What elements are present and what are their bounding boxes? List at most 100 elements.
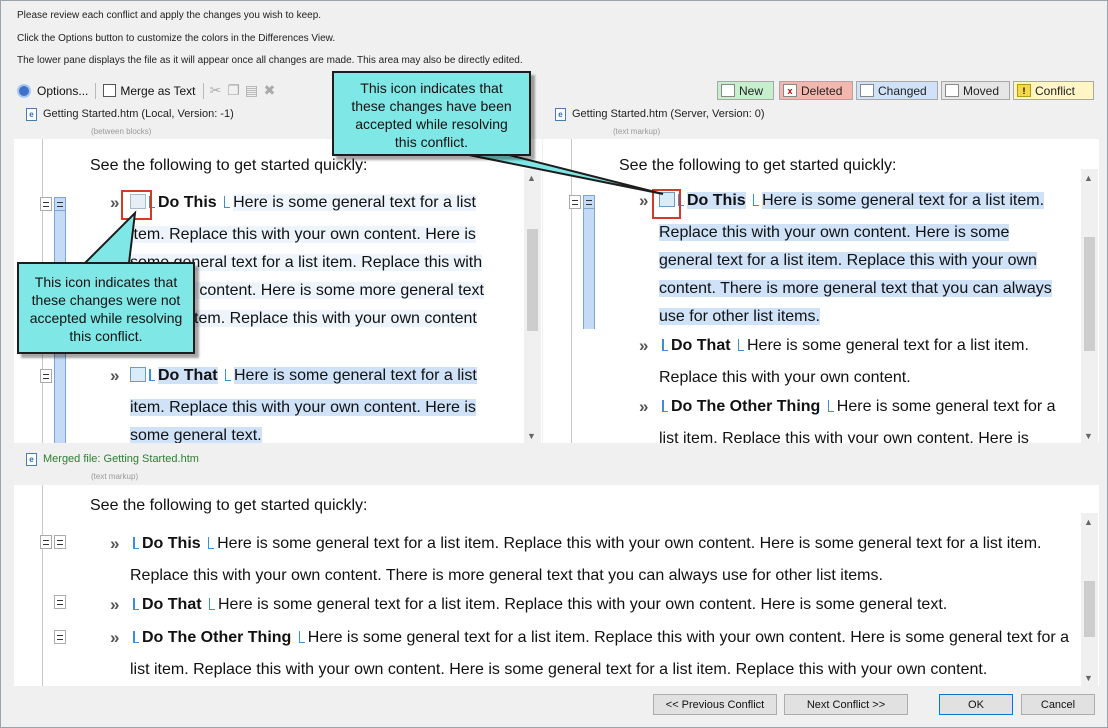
callout-not-accepted: This icon indicates that these changes w… [17,262,195,354]
right-item2-head-row: Do That Here is some general text for a … [659,337,1029,355]
right-pane-sub: (text markup) [613,127,661,136]
left-scrollbar[interactable]: ▲ ▼ [524,169,541,443]
right-item2-head: Do That [671,337,731,354]
legend-deleted-label: Deleted [801,83,843,98]
bullet-icon: » [110,534,120,553]
toolbar-separator [202,82,204,99]
tag-icon [149,369,155,381]
changed-icon [860,84,874,97]
ok-button[interactable]: OK [939,694,1013,715]
right-pane-title: Getting Started.htm (Server, Version: 0) [572,108,765,120]
new-icon [721,84,735,97]
left-pane-title: Getting Started.htm (Local, Version: -1) [43,108,234,120]
merge-as-text-label: Merge as Text [120,83,196,98]
legend-changed: Changed [856,81,938,100]
bullet-icon: » [110,366,120,385]
left-item1-head-row: Do This Here is some general text for a … [130,194,476,212]
copy-icon[interactable]: ❐ [225,82,243,100]
tag-icon [133,537,139,549]
merged-top-line: See the following to get started quickly… [90,497,368,514]
toolbar-separator [95,82,97,99]
scroll-down-icon[interactable]: ▼ [1084,673,1093,683]
gutter-marker [583,195,595,209]
left-top-line: See the following to get started quickly… [90,157,368,174]
tag-icon [753,194,760,206]
options-label: Options... [37,83,89,98]
html-file-icon: e [555,107,566,121]
merged-item3-head-row: Do The Other Thing Here is some general … [130,629,1069,647]
right-item1-line: use for other list items. [659,308,820,325]
instruction-line-2: Click the Options button to customize th… [17,33,336,44]
gutter-line [42,485,43,686]
moved-icon [945,84,959,97]
tag-icon [133,598,139,610]
left-item2-line: Here is some general text for a list [234,367,477,384]
right-pane-header: e Getting Started.htm (Server, Version: … [555,106,765,122]
callout-accepted: This icon indicates that these changes h… [332,71,531,156]
gutter-marker [54,197,66,211]
instruction-line-3: The lower pane displays the file as it w… [17,55,523,66]
bullet-icon: » [110,193,120,212]
scroll-up-icon[interactable]: ▲ [1084,517,1093,527]
bullet-icon: » [110,628,120,647]
tag-icon [827,400,834,412]
legend-conflict-label: Conflict [1035,83,1076,98]
changed-icon [130,367,146,382]
bullet-icon: » [639,191,649,210]
left-pane-sub: (between blocks) [91,127,152,136]
right-item3-head-row: Do The Other Thing Here is some general … [659,398,1056,416]
warning-icon: ! [1017,84,1031,97]
right-scrollbar[interactable]: ▲ ▼ [1081,169,1098,443]
scroll-down-icon[interactable]: ▼ [527,431,536,441]
paste-icon[interactable]: ▤ [243,82,261,100]
scroll-thumb[interactable] [527,229,538,331]
merged-item3-line: list item. Replace this with your own co… [130,661,988,678]
previous-conflict-button[interactable]: << Previous Conflict [653,694,777,715]
merged-item3-head: Do The Other Thing [142,629,292,646]
right-item1-line: Replace this with your own content. Here… [659,224,1010,241]
tag-icon [133,631,139,643]
gutter-marker [54,535,66,549]
legend-conflict: ! Conflict [1013,81,1094,100]
next-conflict-button[interactable]: Next Conflict >> [784,694,908,715]
merged-pane-sub: (text markup) [91,472,139,481]
right-item3-line: Here is some general text for a [836,398,1056,415]
bullet-icon: » [639,397,649,416]
gutter-marker [54,595,66,609]
left-item2-head-row: Do That Here is some general text for a … [130,367,477,385]
merge-as-text-button[interactable]: Merge as Text [99,81,199,100]
cancel-button[interactable]: Cancel [1021,694,1095,715]
left-item1-head: Do This [158,194,217,211]
scroll-down-icon[interactable]: ▼ [1084,431,1093,441]
options-button[interactable]: Options... [13,81,92,100]
merged-scrollbar[interactable]: ▲ ▼ [1081,513,1098,686]
instruction-line-1: Please review each conflict and apply th… [17,10,322,21]
scroll-up-icon[interactable]: ▲ [1084,173,1093,183]
right-pane[interactable]: See the following to get started quickly… [543,139,1099,443]
delete-icon[interactable]: ✖ [261,82,279,100]
merged-item3-line: Here is some general text for a list ite… [307,629,1070,646]
merged-item1-head-row: Do This Here is some general text for a … [130,535,1041,553]
left-pane-header: e Getting Started.htm (Local, Version: -… [26,106,234,122]
scroll-up-icon[interactable]: ▲ [527,173,536,183]
merged-item2-head-row: Do That Here is some general text for a … [130,596,947,614]
merged-item1-line: Replace this with your own content. Ther… [130,567,883,584]
scroll-thumb[interactable] [1084,581,1095,637]
gutter-marker [40,197,52,211]
legend-moved: Moved [941,81,1010,100]
gutter-marker [40,369,52,383]
legend-new: New [717,81,774,100]
merged-item2-head: Do That [142,596,202,613]
right-item3-head: Do The Other Thing [671,398,821,415]
right-item1-line: general text for a list item. Replace th… [659,252,1037,269]
cut-icon[interactable]: ✂ [207,82,225,100]
right-top-line: See the following to get started quickly… [619,157,897,174]
right-item1-line: content. There is more general text that… [659,280,1052,297]
left-item1-line: item. Replace this with your own content… [130,226,476,243]
right-item2-line: Here is some general text for a list ite… [747,337,1029,354]
merged-pane[interactable]: See the following to get started quickly… [14,485,1099,686]
options-icon [17,83,31,98]
gutter-marker [54,630,66,644]
tag-icon [208,537,215,549]
scroll-thumb[interactable] [1084,237,1095,351]
